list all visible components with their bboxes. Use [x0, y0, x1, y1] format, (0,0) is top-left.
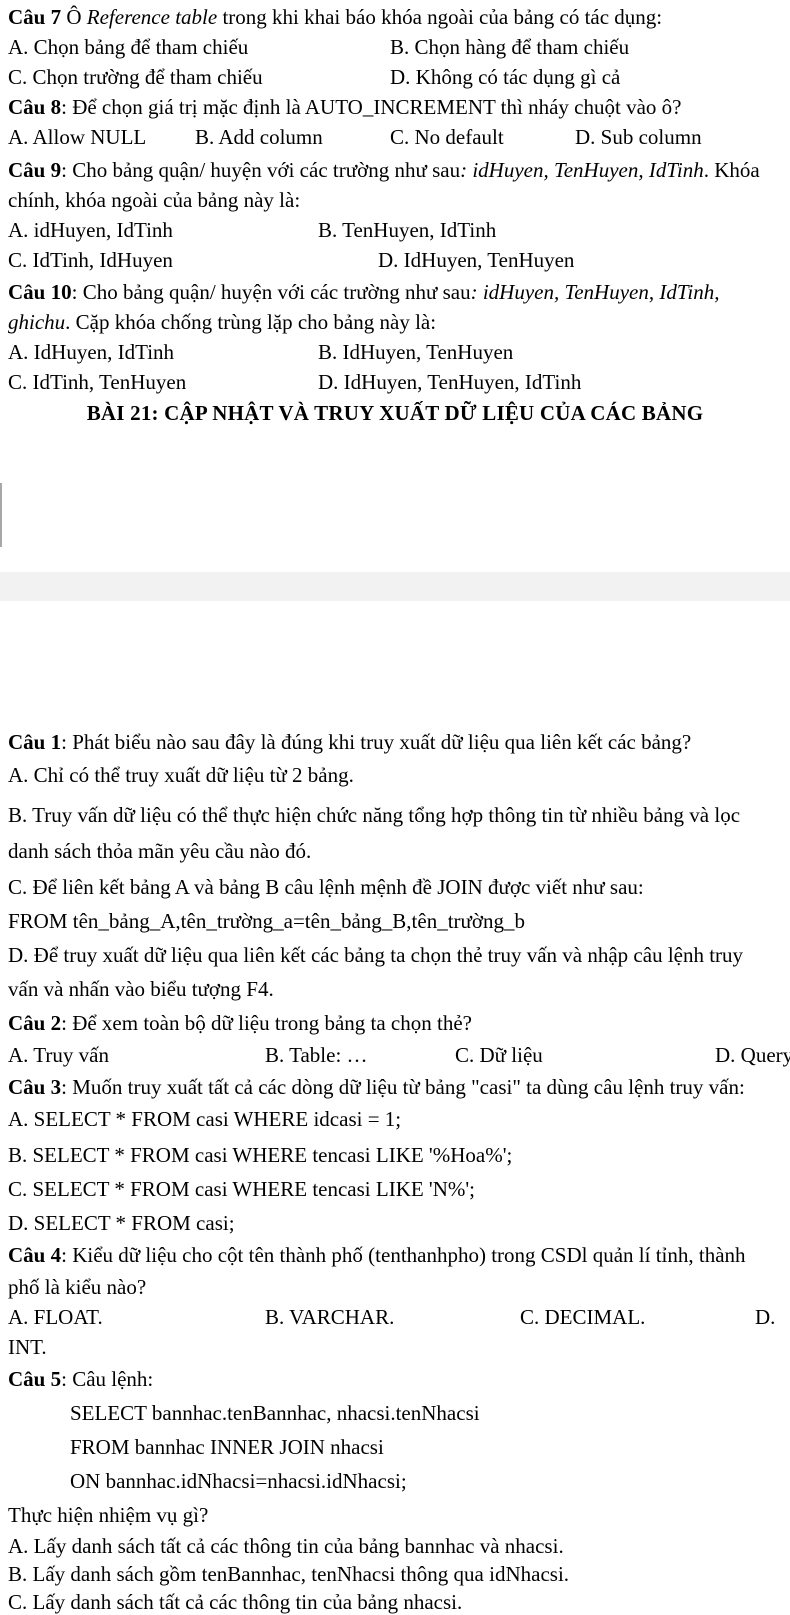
answer-row-q7-cd: C. Chọn trường để tham chiếu D. Không có…: [0, 62, 790, 92]
q9-stem-after: . Khóa: [703, 158, 760, 182]
question-stem-q8: Câu 8: Để chọn giá trị mặc định là AUTO_…: [8, 92, 681, 122]
question-stem-q7: Câu 7 Ô Reference table trong khi khai b…: [8, 2, 662, 32]
answer-q9-b[interactable]: B. TenHuyen, IdTinh: [318, 215, 496, 245]
answer-q5-b[interactable]: B. Lấy danh sách gồm tenBannhac, tenNhac…: [8, 1559, 569, 1589]
answer-q9-c[interactable]: C. IdTinh, IdHuyen: [8, 245, 173, 275]
q5-stem: : Câu lệnh:: [61, 1367, 154, 1391]
answer-q2-c[interactable]: C. Dữ liệu: [455, 1040, 543, 1070]
answer-row-q10-ab: A. IdHuyen, IdTinh B. IdHuyen, TenHuyen: [0, 337, 790, 367]
answer-q4-d[interactable]: D.: [755, 1302, 775, 1332]
answer-row-q7-ab: A. Chọn bảng để tham chiếu B. Chọn hàng …: [0, 32, 790, 62]
q2-stem: : Để xem toàn bộ dữ liệu trong bảng ta c…: [61, 1011, 472, 1035]
answer-q9-a[interactable]: A. idHuyen, IdTinh: [8, 215, 173, 245]
q5-sql-line-3: ON bannhac.idNhacsi=nhacsi.idNhacsi;: [70, 1469, 407, 1493]
question-label-q3: Câu 3: [8, 1075, 62, 1099]
document-page: Câu 7 Ô Reference table trong khi khai b…: [0, 0, 790, 1615]
q7-stem-before: Ô: [61, 5, 87, 29]
question-label-q5: Câu 5: [8, 1367, 62, 1391]
question-stem-q10-line2: ghichu. Cặp khóa chống trùng lặp cho bản…: [8, 307, 436, 337]
answer-row-q2: A. Truy vấn B. Table: … C. Dữ liệu D. Qu…: [0, 1040, 790, 1070]
question-stem-q1: Câu 1: Phát biểu nào sau đây là đúng khi…: [8, 727, 691, 757]
answer-q5-a[interactable]: A. Lấy danh sách tất cả các thông tin củ…: [8, 1531, 564, 1561]
answer-q8-c[interactable]: C. No default: [390, 122, 504, 152]
question-stem-q5: Câu 5: Câu lệnh:: [8, 1364, 153, 1394]
answer-q2-b[interactable]: B. Table: …: [265, 1040, 368, 1070]
answer-q1-d-line2[interactable]: vấn và nhấn vào biểu tượng F4.: [8, 974, 274, 1004]
answer-q10-a[interactable]: A. IdHuyen, IdTinh: [8, 337, 174, 367]
question-stem-q4-line1: Câu 4: Kiểu dữ liệu cho cột tên thành ph…: [8, 1240, 746, 1270]
q7-stem-italic: Reference table: [86, 5, 218, 29]
question-stem-q9-line1: Câu 9: Cho bảng quận/ huyện với các trườ…: [8, 155, 760, 185]
answer-q3-d[interactable]: D. SELECT * FROM casi;: [8, 1208, 235, 1238]
answer-q3-c[interactable]: C. SELECT * FROM casi WHERE tencasi LIKE…: [8, 1174, 475, 1204]
answer-q8-d[interactable]: D. Sub column: [575, 122, 702, 152]
q3-stem: : Muốn truy xuất tất cả các dòng dữ liệu…: [61, 1075, 745, 1099]
answer-q10-d[interactable]: D. IdHuyen, TenHuyen, IdTinh: [318, 367, 581, 397]
q5-prompt: Thực hiện nhiệm vụ gì?: [8, 1503, 209, 1527]
answer-row-q10-cd: C. IdTinh, TenHuyen D. IdHuyen, TenHuyen…: [0, 367, 790, 397]
q10-stem-line2-after: . Cặp khóa chống trùng lặp cho bảng này …: [65, 310, 437, 334]
answer-row-q9-cd: C. IdTinh, IdHuyen D. IdHuyen, TenHuyen: [0, 245, 790, 275]
answer-q2-d[interactable]: D. Query: [715, 1040, 790, 1070]
answer-row-q8: A. Allow NULL B. Add column C. No defaul…: [0, 122, 790, 152]
answer-q9-d[interactable]: D. IdHuyen, TenHuyen: [378, 245, 574, 275]
question-label-q9: Câu 9: [8, 158, 62, 182]
answer-q8-a[interactable]: A. Allow NULL: [8, 122, 146, 152]
q5-sql-line-2: FROM bannhac INNER JOIN nhacsi: [70, 1435, 384, 1459]
answer-q5-c[interactable]: C. Lấy danh sách tất cả các thông tin củ…: [8, 1587, 462, 1615]
answer-q7-b[interactable]: B. Chọn hàng để tham chiếu: [390, 32, 629, 62]
answer-q7-a[interactable]: A. Chọn bảng để tham chiếu: [8, 32, 248, 62]
question-stem-q3: Câu 3: Muốn truy xuất tất cả các dòng dữ…: [8, 1072, 745, 1102]
page-break-separator: [0, 572, 790, 601]
question-stem-q4-line2: phố là kiểu nào?: [8, 1275, 147, 1299]
answer-q4-c[interactable]: C. DECIMAL.: [520, 1302, 645, 1332]
answer-q8-b[interactable]: B. Add column: [195, 122, 323, 152]
answer-q3-b[interactable]: B. SELECT * FROM casi WHERE tencasi LIKE…: [8, 1140, 512, 1170]
answer-q7-c[interactable]: C. Chọn trường để tham chiếu: [8, 62, 263, 92]
question-label-q2: Câu 2: [8, 1011, 62, 1035]
q1-stem: : Phát biểu nào sau đây là đúng khi truy…: [61, 730, 692, 754]
q10-stem-italic: : idHuyen, TenHuyen, IdTinh,: [470, 280, 720, 304]
answer-q7-d[interactable]: D. Không có tác dụng gì cả: [390, 62, 620, 92]
q5-sql-line-1: SELECT bannhac.tenBannhac, nhacsi.tenNha…: [70, 1401, 480, 1425]
empty-table-frame-rule: [0, 483, 2, 547]
question-label-q4: Câu 4: [8, 1243, 62, 1267]
question-stem-q9-line2: chính, khóa ngoài của bảng này là:: [8, 188, 301, 212]
answer-q4-a[interactable]: A. FLOAT.: [8, 1302, 103, 1332]
section-heading-bai-21: BÀI 21: CẬP NHẬT VÀ TRUY XUẤT DỮ LIỆU CỦ…: [86, 401, 704, 425]
question-stem-q10-line1: Câu 10: Cho bảng quận/ huyện với các trư…: [8, 277, 719, 307]
question-label-q7: Câu 7: [8, 5, 62, 29]
answer-q1-b-line1[interactable]: B. Truy vấn dữ liệu có thể thực hiện chứ…: [8, 800, 740, 830]
question-label-q1: Câu 1: [8, 730, 62, 754]
q9-stem-before: : Cho bảng quận/ huyện với các trường nh…: [61, 158, 461, 182]
q9-stem-italic: : idHuyen, TenHuyen, IdTinh: [460, 158, 704, 182]
answer-q1-c-line1[interactable]: C. Để liên kết bảng A và bảng B câu lệnh…: [8, 872, 644, 902]
answer-q1-b-line2[interactable]: danh sách thỏa mãn yêu cầu nào đó.: [8, 836, 311, 866]
answer-row-q4: A. FLOAT. B. VARCHAR. C. DECIMAL. D.: [0, 1302, 790, 1332]
q10-stem-before: : Cho bảng quận/ huyện với các trường nh…: [71, 280, 471, 304]
answer-q4-b[interactable]: B. VARCHAR.: [265, 1302, 394, 1332]
answer-q1-d-line1[interactable]: D. Để truy xuất dữ liệu qua liên kết các…: [8, 940, 743, 970]
answer-q10-c[interactable]: C. IdTinh, TenHuyen: [8, 367, 186, 397]
answer-q10-b[interactable]: B. IdHuyen, TenHuyen: [318, 337, 513, 367]
question-label-q8: Câu 8: [8, 95, 62, 119]
q10-stem-line2-italic: ghichu: [8, 310, 66, 334]
q8-stem: : Để chọn giá trị mặc định là AUTO_INCRE…: [61, 95, 682, 119]
q7-stem-after: trong khi khai báo khóa ngoài của bảng c…: [217, 5, 663, 29]
question-label-q10: Câu 10: [8, 280, 72, 304]
answer-q1-a[interactable]: A. Chỉ có thể truy xuất dữ liệu từ 2 bản…: [8, 760, 354, 790]
answer-q4-d-continuation[interactable]: INT.: [8, 1332, 47, 1362]
q4-stem-line1: : Kiểu dữ liệu cho cột tên thành phố (te…: [61, 1243, 746, 1267]
answer-row-q9-ab: A. idHuyen, IdTinh B. TenHuyen, IdTinh: [0, 215, 790, 245]
question-stem-q2: Câu 2: Để xem toàn bộ dữ liệu trong bảng…: [8, 1008, 472, 1038]
answer-q1-c-line2[interactable]: FROM tên_bảng_A,tên_trường_a=tên_bảng_B,…: [8, 906, 525, 936]
answer-q3-a[interactable]: A. SELECT * FROM casi WHERE idcasi = 1;: [8, 1104, 401, 1134]
answer-q2-a[interactable]: A. Truy vấn: [8, 1040, 109, 1070]
